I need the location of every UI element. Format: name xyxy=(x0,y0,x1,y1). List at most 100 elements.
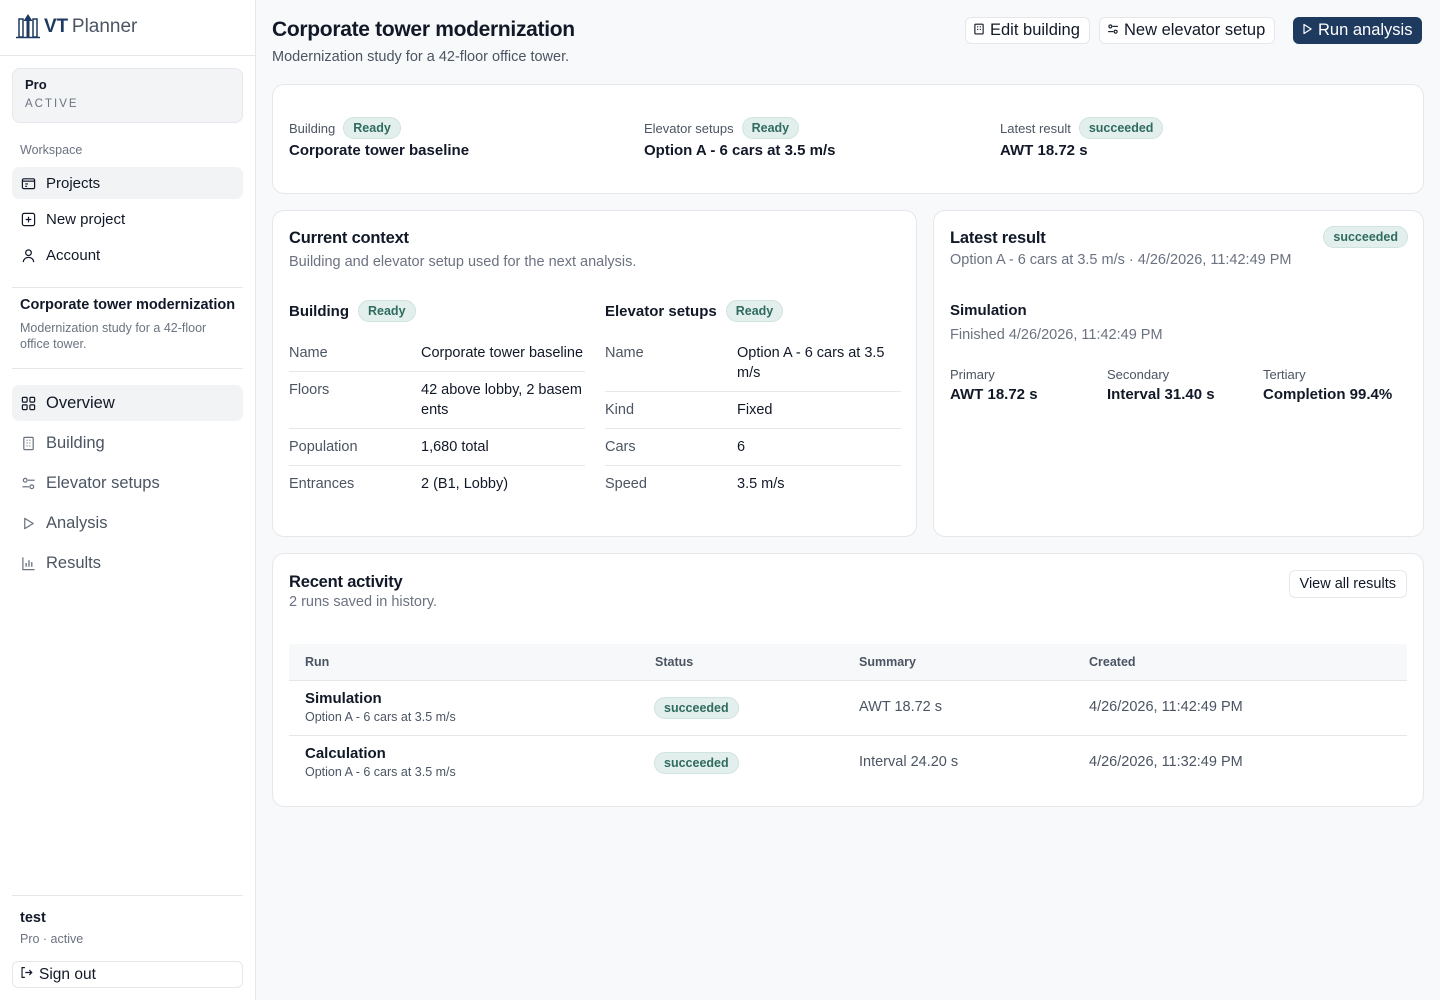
elevator-setups-heading: Elevator setups Ready xyxy=(605,300,784,322)
detail-value: 1,680 total xyxy=(421,439,489,455)
sign-out-label: Sign out xyxy=(39,965,96,983)
play-icon xyxy=(1301,21,1313,40)
sidebar-item-elevator-setups[interactable]: Elevator setups xyxy=(12,465,243,501)
card-subtitle: Option A - 6 cars at 3.5 m/s · 4/26/2026… xyxy=(950,252,1292,268)
metric-secondary: Secondary Interval 31.40 s xyxy=(1107,367,1215,403)
detail-key: Cars xyxy=(605,439,636,455)
card-subtitle: Building and elevator setup used for the… xyxy=(289,254,637,270)
divider xyxy=(12,368,243,369)
edit-building-button[interactable]: Edit building xyxy=(965,17,1090,44)
detail-key: Population xyxy=(289,439,358,455)
plus-square-icon xyxy=(20,211,36,227)
sidebar-item-results[interactable]: Results xyxy=(12,545,243,581)
main-content: Corporate tower modernization Modernizat… xyxy=(256,0,1440,1000)
button-label: Edit building xyxy=(990,21,1080,39)
sidebar-project-description: Modernization study for a 42-floor offic… xyxy=(20,321,207,351)
user-icon xyxy=(20,247,36,263)
button-label: Run analysis xyxy=(1318,21,1413,39)
recent-activity-card: Recent activity 2 runs saved in history.… xyxy=(272,553,1424,807)
runs-table: Run Status Summary Created Simulation Op… xyxy=(289,644,1407,791)
detail-value: 2 (B1, Lobby) xyxy=(421,476,509,492)
new-elevator-setup-button[interactable]: New elevator setup xyxy=(1099,17,1276,44)
run-summary: AWT 18.72 s xyxy=(859,699,943,715)
sidebar-item-building[interactable]: Building xyxy=(12,425,243,461)
detail-row: Speed 3.5 m/s xyxy=(605,466,901,502)
user-name: test xyxy=(20,910,46,926)
detail-key: Name xyxy=(289,345,328,361)
elevator-setup-details: Name Option A - 6 cars at 3.5 m/s Kind F… xyxy=(605,335,901,502)
summary-card: Building Ready Corporate tower baseline … xyxy=(272,84,1424,194)
sidebar-item-account[interactable]: Account xyxy=(12,239,243,271)
detail-key: Kind xyxy=(605,402,635,418)
sign-out-icon xyxy=(20,966,33,984)
sidebar-item-label: Account xyxy=(46,246,101,264)
status-badge: succeeded xyxy=(1323,226,1408,248)
sidebar-item-projects[interactable]: Projects xyxy=(12,167,243,199)
current-context-card: Current context Building and elevator se… xyxy=(272,210,917,537)
metric-primary: Primary AWT 18.72 s xyxy=(950,367,1038,403)
metric-value: AWT 18.72 s xyxy=(950,386,1038,403)
summary-value: AWT 18.72 s xyxy=(1000,142,1088,159)
building-details: Name Corporate tower baseline Floors 42 … xyxy=(289,335,585,502)
table-row[interactable]: Calculation Option A - 6 cars at 3.5 m/s… xyxy=(289,736,1407,791)
summary-value: Option A - 6 cars at 3.5 m/s xyxy=(644,142,836,159)
run-setup: Option A - 6 cars at 3.5 m/s xyxy=(305,765,456,779)
column-header-status: Status xyxy=(655,655,694,669)
card-subtitle: 2 runs saved in history. xyxy=(289,594,438,610)
detail-row: Cars 6 xyxy=(605,429,901,466)
status-badge: Ready xyxy=(725,300,784,322)
grid-icon xyxy=(20,395,36,411)
column-header-run: Run xyxy=(305,655,330,669)
run-name: Simulation xyxy=(305,690,382,707)
summary-label: Elevator setups xyxy=(644,120,734,136)
run-created: 4/26/2026, 11:32:49 PM xyxy=(1089,754,1243,770)
latest-result-card: Latest result Option A - 6 cars at 3.5 m… xyxy=(933,210,1424,537)
detail-value: Corporate tower baseline xyxy=(421,345,584,361)
detail-row: Kind Fixed xyxy=(605,392,901,429)
sidebar-item-new-project[interactable]: New project xyxy=(12,203,243,235)
bar-chart-icon xyxy=(20,555,36,571)
plan-card: Pro ACTIVE xyxy=(12,68,243,123)
card-title: Latest result xyxy=(950,229,1046,247)
summary-building: Building Ready Corporate tower baseline xyxy=(289,117,469,159)
plan-status: ACTIVE xyxy=(25,98,79,110)
detail-row: Population 1,680 total xyxy=(289,429,585,466)
finished-time: Finished 4/26/2026, 11:42:49 PM xyxy=(950,327,1163,343)
detail-value: 42 above lobby, 2 basements xyxy=(421,382,582,418)
summary-label: Latest result xyxy=(1000,120,1071,136)
column-header-summary: Summary xyxy=(859,655,916,669)
sign-out-button[interactable]: Sign out xyxy=(12,961,243,988)
metric-label: Secondary xyxy=(1107,367,1170,382)
detail-key: Entrances xyxy=(289,476,355,492)
sidebar-item-label: Projects xyxy=(46,174,101,192)
section-heading: Elevator setups xyxy=(605,302,717,320)
detail-value: Option A - 6 cars at 3.5 m/s xyxy=(737,345,885,381)
user-plan: Pro · active xyxy=(20,932,84,946)
run-summary: Interval 24.20 s xyxy=(859,754,959,770)
run-name: Calculation xyxy=(305,745,386,762)
status-badge: Ready xyxy=(343,117,401,139)
sidebar-item-label: Analysis xyxy=(46,513,108,532)
sidebar-item-analysis[interactable]: Analysis xyxy=(12,505,243,541)
column-header-created: Created xyxy=(1089,655,1136,669)
sidebar-project-title: Corporate tower modernization xyxy=(20,297,236,313)
building-arrow-icon xyxy=(16,13,40,42)
table-row[interactable]: Simulation Option A - 6 cars at 3.5 m/s … xyxy=(289,681,1407,736)
detail-row: Entrances 2 (B1, Lobby) xyxy=(289,466,585,502)
run-analysis-button[interactable]: Run analysis xyxy=(1293,17,1423,44)
app-logo[interactable]: VT Planner xyxy=(16,12,137,42)
building-icon xyxy=(973,21,985,40)
detail-value: Fixed xyxy=(737,402,773,418)
logo-product: Planner xyxy=(71,16,138,37)
section-label-workspace: Workspace xyxy=(20,143,83,157)
view-all-results-button[interactable]: View all results xyxy=(1288,570,1407,598)
metric-label: Tertiary xyxy=(1263,367,1306,382)
sidebar-item-overview[interactable]: Overview xyxy=(12,385,243,421)
sidebar-item-label: Results xyxy=(46,553,102,572)
detail-row: Name Option A - 6 cars at 3.5 m/s xyxy=(605,335,901,392)
card-title: Recent activity xyxy=(289,573,403,591)
detail-key: Name xyxy=(605,345,644,361)
detail-key: Speed xyxy=(605,476,647,492)
sliders-icon xyxy=(1107,21,1119,40)
divider xyxy=(12,895,243,896)
